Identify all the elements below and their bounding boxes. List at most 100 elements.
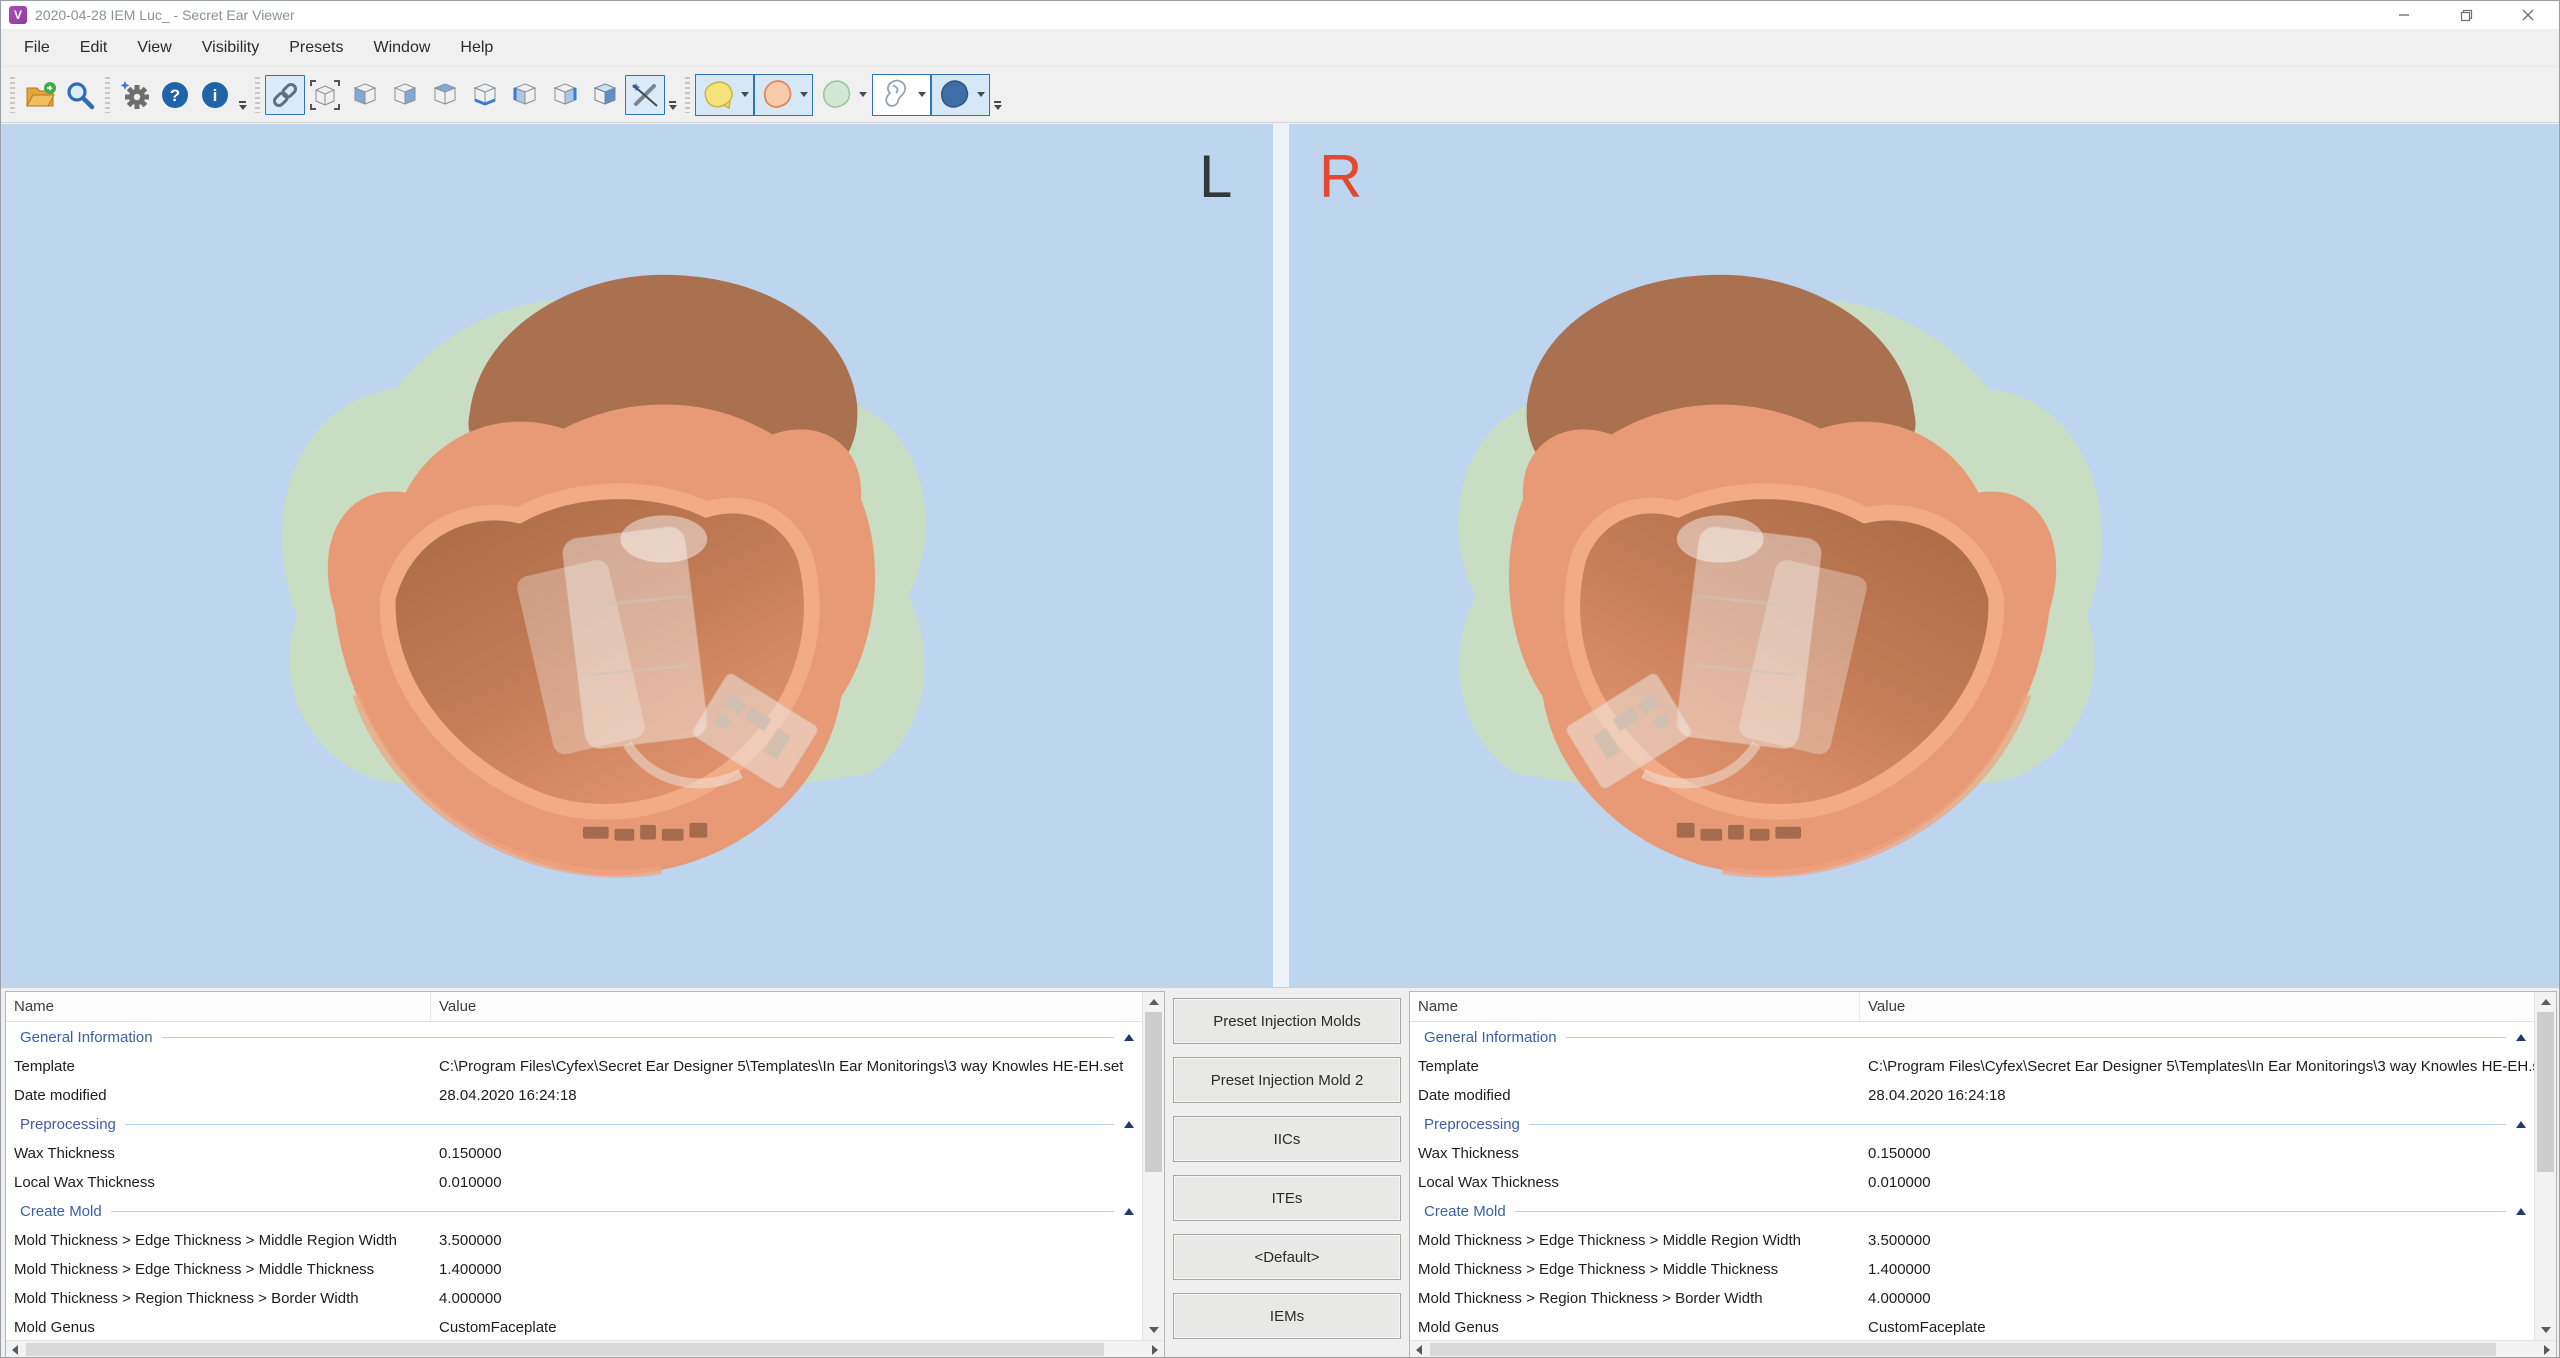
section-row-create-mold[interactable]: Create Mold: [6, 1197, 1142, 1226]
left-properties-table: Name Value General InformationTemplateC:…: [5, 991, 1165, 1358]
scrollbar-thumb[interactable]: [2537, 1012, 2554, 1172]
menu-item-view[interactable]: View: [122, 29, 186, 67]
property-row-mold-thickness-edge-thickness-middle-region-width[interactable]: Mold Thickness > Edge Thickness > Middle…: [1410, 1226, 2534, 1255]
property-row-wax-thickness[interactable]: Wax Thickness0.150000: [1410, 1139, 2534, 1168]
view-right-button[interactable]: [545, 75, 585, 115]
scroll-right-button[interactable]: [2538, 1341, 2556, 1358]
scroll-up-button[interactable]: [1143, 992, 1165, 1012]
property-row-template[interactable]: TemplateC:\Program Files\Cyfex\Secret Ea…: [6, 1052, 1142, 1081]
menu-item-edit[interactable]: Edit: [65, 29, 123, 67]
menu-item-help[interactable]: Help: [445, 29, 508, 67]
settings-button[interactable]: [115, 75, 155, 115]
property-row-mold-thickness-edge-thickness-middle-thickness[interactable]: Mold Thickness > Edge Thickness > Middle…: [6, 1255, 1142, 1284]
toolbar-overflow-button[interactable]: [990, 75, 1005, 115]
property-row-mold-thickness-edge-thickness-middle-region-width[interactable]: Mold Thickness > Edge Thickness > Middle…: [6, 1226, 1142, 1255]
dropdown-arrow-icon[interactable]: [918, 92, 926, 97]
property-row-date-modified[interactable]: Date modified28.04.2020 16:24:18: [6, 1081, 1142, 1110]
scroll-down-button[interactable]: [1143, 1320, 1165, 1340]
name-column-header[interactable]: Name: [6, 992, 431, 1021]
collapse-icon[interactable]: [1124, 1121, 1134, 1128]
toolbar-grip[interactable]: [255, 77, 260, 113]
property-row-mold-thickness-edge-thickness-middle-thickness[interactable]: Mold Thickness > Edge Thickness > Middle…: [1410, 1255, 2534, 1284]
close-button[interactable]: [2497, 1, 2559, 29]
section-row-preprocessing[interactable]: Preprocessing: [1410, 1110, 2534, 1139]
scrollbar-thumb[interactable]: [1145, 1012, 1162, 1172]
horizontal-scrollbar[interactable]: [1410, 1340, 2556, 1358]
toolbar-grip[interactable]: [685, 77, 690, 113]
section-row-general-information[interactable]: General Information: [6, 1023, 1142, 1052]
viewport-3d[interactable]: L R: [1, 124, 2560, 987]
help-button[interactable]: ?: [155, 75, 195, 115]
fit-selection-button[interactable]: [305, 75, 345, 115]
dropdown-arrow-icon[interactable]: [800, 92, 808, 97]
scroll-up-button[interactable]: [2535, 992, 2557, 1012]
dropdown-arrow-icon[interactable]: [741, 92, 749, 97]
preset-button-preset-injection-molds[interactable]: Preset Injection Molds: [1173, 998, 1401, 1044]
dropdown-arrow-icon[interactable]: [977, 92, 985, 97]
toolbar-grip[interactable]: [105, 77, 110, 113]
menu-item-window[interactable]: Window: [359, 29, 446, 67]
toolbar-grip[interactable]: [10, 77, 15, 113]
preset-button-default[interactable]: <Default>: [1173, 1234, 1401, 1280]
view-top-button[interactable]: [425, 75, 465, 115]
zoom-button[interactable]: [60, 75, 100, 115]
component-blue-button[interactable]: [931, 74, 990, 116]
preset-button-iics[interactable]: IICs: [1173, 1116, 1401, 1162]
preset-button-preset-injection-mold-2[interactable]: Preset Injection Mold 2: [1173, 1057, 1401, 1103]
link-views-button[interactable]: [265, 75, 305, 115]
section-row-create-mold[interactable]: Create Mold: [1410, 1197, 2534, 1226]
left-ear-model[interactable]: [238, 142, 928, 932]
property-row-wax-thickness[interactable]: Wax Thickness0.150000: [6, 1139, 1142, 1168]
horizontal-scrollbar[interactable]: [6, 1340, 1164, 1358]
about-button[interactable]: i: [195, 75, 235, 115]
view-back-button[interactable]: [385, 75, 425, 115]
scrollbar-thumb[interactable]: [26, 1343, 1104, 1356]
scroll-right-button[interactable]: [1146, 1341, 1164, 1358]
view-bottom-button[interactable]: [465, 75, 505, 115]
toggle-slash-button[interactable]: [625, 75, 665, 115]
value-column-header[interactable]: Value: [1860, 998, 2556, 1015]
property-row-mold-thickness-region-thickness-border-width[interactable]: Mold Thickness > Region Thickness > Bord…: [6, 1284, 1142, 1313]
toolbar-overflow-button[interactable]: [665, 75, 680, 115]
toolbar-overflow-button[interactable]: [235, 75, 250, 115]
preset-button-iems[interactable]: IEMs: [1173, 1293, 1401, 1339]
section-row-general-information[interactable]: General Information: [1410, 1023, 2534, 1052]
view-iso-button[interactable]: [585, 75, 625, 115]
vertical-scrollbar[interactable]: [2534, 992, 2556, 1340]
scroll-down-button[interactable]: [2535, 1320, 2557, 1340]
menu-item-file[interactable]: File: [9, 29, 65, 67]
property-row-local-wax-thickness[interactable]: Local Wax Thickness0.010000: [1410, 1168, 2534, 1197]
scroll-left-button[interactable]: [1410, 1341, 1428, 1358]
dropdown-arrow-icon[interactable]: [859, 92, 867, 97]
mold-orange-button[interactable]: [754, 74, 813, 116]
collapse-icon[interactable]: [1124, 1034, 1134, 1041]
shell-yellow-button[interactable]: [695, 74, 754, 116]
collapse-icon[interactable]: [2516, 1208, 2526, 1215]
collapse-icon[interactable]: [2516, 1034, 2526, 1041]
property-row-date-modified[interactable]: Date modified28.04.2020 16:24:18: [1410, 1081, 2534, 1110]
open-file-button[interactable]: [20, 75, 60, 115]
scroll-left-button[interactable]: [6, 1341, 24, 1358]
property-row-local-wax-thickness[interactable]: Local Wax Thickness0.010000: [6, 1168, 1142, 1197]
property-row-mold-genus[interactable]: Mold GenusCustomFaceplate: [6, 1313, 1142, 1340]
value-column-header[interactable]: Value: [431, 998, 1164, 1015]
view-left-button[interactable]: [505, 75, 545, 115]
property-row-mold-thickness-region-thickness-border-width[interactable]: Mold Thickness > Region Thickness > Bord…: [1410, 1284, 2534, 1313]
right-ear-model[interactable]: [1456, 142, 2146, 932]
model-green-button[interactable]: [813, 74, 872, 116]
name-column-header[interactable]: Name: [1410, 992, 1860, 1021]
minimize-button[interactable]: [2373, 1, 2435, 29]
menu-item-visibility[interactable]: Visibility: [187, 29, 275, 67]
collapse-icon[interactable]: [1124, 1208, 1134, 1215]
collapse-icon[interactable]: [2516, 1121, 2526, 1128]
property-row-mold-genus[interactable]: Mold GenusCustomFaceplate: [1410, 1313, 2534, 1340]
ear-impression-button[interactable]: [872, 74, 931, 116]
property-row-template[interactable]: TemplateC:\Program Files\Cyfex\Secret Ea…: [1410, 1052, 2534, 1081]
menu-item-presets[interactable]: Presets: [274, 29, 358, 67]
section-row-preprocessing[interactable]: Preprocessing: [6, 1110, 1142, 1139]
vertical-scrollbar[interactable]: [1142, 992, 1164, 1340]
preset-button-ites[interactable]: ITEs: [1173, 1175, 1401, 1221]
maximize-button[interactable]: [2435, 1, 2497, 29]
scrollbar-thumb[interactable]: [1430, 1343, 2496, 1356]
view-front-button[interactable]: [345, 75, 385, 115]
